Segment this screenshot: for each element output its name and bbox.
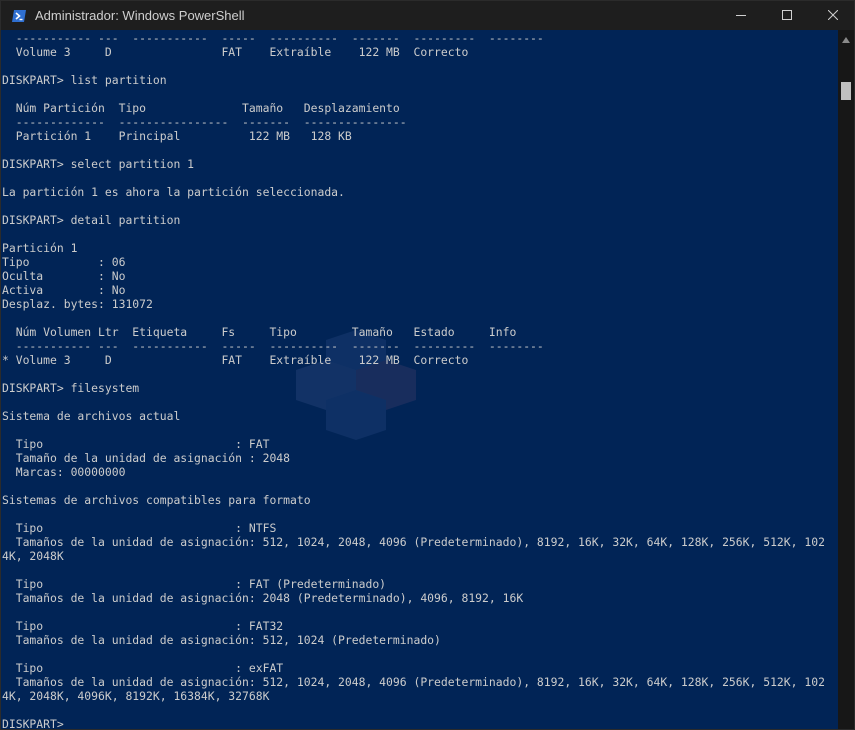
console-line: Sistemas de archivos compatibles para fo… (2, 493, 311, 507)
console-line: ------------- ---------------- ------- -… (2, 115, 407, 129)
console-output[interactable]: ----------- --- ----------- ----- ------… (1, 30, 840, 730)
close-icon (827, 9, 839, 23)
window-title: Administrador: Windows PowerShell (35, 8, 245, 23)
console-line: * Volume 3 D FAT Extraíble 122 MB Correc… (2, 353, 469, 367)
console-line: Tamaños de la unidad de asignación: 2048… (2, 591, 524, 605)
console-line: Tamaño de la unidad de asignación : 2048 (2, 451, 291, 465)
console-line: Volume 3 D FAT Extraíble 122 MB Correcto (2, 45, 469, 59)
console-line: Tamaños de la unidad de asignación: 512,… (2, 675, 825, 689)
console-line: Núm Partición Tipo Tamaño Desplazamiento (2, 101, 400, 115)
console-line: Tamaños de la unidad de asignación: 512,… (2, 535, 825, 549)
console-line: Sistema de archivos actual (2, 409, 181, 423)
title-bar[interactable]: Administrador: Windows PowerShell (1, 1, 854, 30)
console-line: DISKPART> filesystem (2, 381, 140, 395)
console-line: Tipo : FAT (2, 437, 270, 451)
window-controls (718, 1, 854, 30)
console-line: La partición 1 es ahora la partición sel… (2, 185, 345, 199)
maximize-button[interactable] (764, 1, 810, 30)
console-line: Tipo : NTFS (2, 521, 277, 535)
console-line: Tipo : FAT32 (2, 619, 284, 633)
console-line: Oculta : No (2, 269, 126, 283)
console-line: Activa : No (2, 283, 126, 297)
console-line: Desplaz. bytes: 131072 (2, 297, 153, 311)
console-line: DISKPART> (2, 717, 64, 730)
chevron-up-icon (842, 30, 850, 48)
console-line: DISKPART> select partition 1 (2, 157, 195, 171)
console-line: Núm Volumen Ltr Etiqueta Fs Tipo Tamaño … (2, 325, 517, 339)
minimize-icon (736, 9, 746, 23)
scroll-up-button[interactable] (838, 30, 854, 47)
minimize-button[interactable] (718, 1, 764, 30)
console-line: DISKPART> list partition (2, 73, 167, 87)
console-line: Partición 1 Principal 122 MB 128 KB (2, 129, 352, 143)
console-line: ----------- --- ----------- ----- ------… (2, 339, 544, 353)
console-line: ----------- --- ----------- ----- ------… (2, 31, 544, 45)
console-lines: ----------- --- ----------- ----- ------… (2, 31, 825, 730)
console-line: Tamaños de la unidad de asignación: 512,… (2, 633, 441, 647)
console-line: 4K, 2048K (2, 549, 64, 563)
console-line: 4K, 2048K, 4096K, 8192K, 16384K, 32768K (2, 689, 270, 703)
scroll-thumb[interactable] (841, 82, 851, 100)
maximize-icon (782, 9, 792, 23)
console-line: Tipo : exFAT (2, 661, 284, 675)
vertical-scrollbar[interactable] (838, 30, 854, 729)
console-line: Partición 1 (2, 241, 78, 255)
close-button[interactable] (810, 1, 854, 30)
console-line: Tipo : FAT (Predeterminado) (2, 577, 387, 591)
powershell-icon (11, 8, 27, 24)
powershell-window: Administrador: Windows PowerShell ------… (0, 0, 855, 730)
console-line: Marcas: 00000000 (2, 465, 126, 479)
console-line: Tipo : 06 (2, 255, 126, 269)
console-line: DISKPART> detail partition (2, 213, 181, 227)
